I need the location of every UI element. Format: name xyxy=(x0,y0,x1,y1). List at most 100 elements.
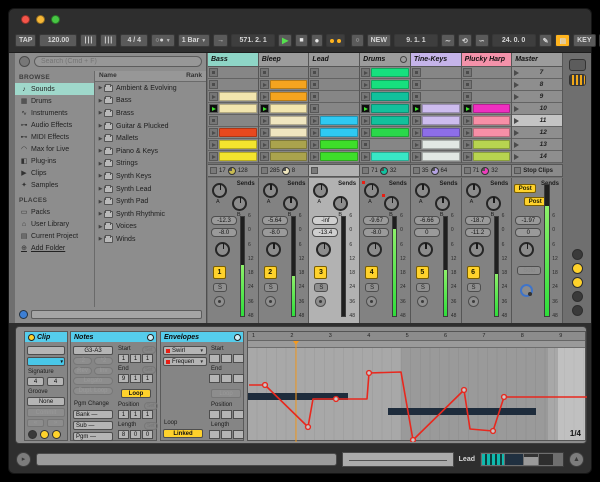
clip-stop-button[interactable] xyxy=(463,80,472,89)
scene-slot[interactable]: 8 xyxy=(512,79,562,91)
time-signature-field[interactable]: 4 / 4 xyxy=(120,34,148,47)
playhead-marker-icon[interactable] xyxy=(293,341,299,345)
automation-breakpoint[interactable] xyxy=(491,429,496,434)
pan-knob[interactable] xyxy=(215,242,230,257)
volume-field[interactable]: -9.67 xyxy=(363,216,389,225)
clip-slot[interactable] xyxy=(309,139,359,151)
clip-slot[interactable] xyxy=(259,127,309,139)
track-activator-button[interactable]: 5 xyxy=(416,266,429,279)
clip-launch-button[interactable] xyxy=(310,116,319,125)
volume-field[interactable]: -inf xyxy=(312,216,338,225)
clip-color-bar[interactable] xyxy=(270,80,308,89)
clip-color-bar[interactable] xyxy=(422,104,460,113)
nudge-down-button[interactable]: ||| xyxy=(80,34,97,47)
folder-row[interactable]: ▶Guitar & Plucked xyxy=(95,120,206,133)
device-mini-3[interactable] xyxy=(524,454,538,465)
master-gain-field[interactable]: 0 xyxy=(515,228,541,237)
clip-launch-button[interactable] xyxy=(361,152,370,161)
clip-launch-button[interactable] xyxy=(463,104,472,113)
cue-button[interactable] xyxy=(214,296,225,307)
envelope-device-chooser[interactable]: Swirl▼ xyxy=(163,346,207,355)
send-a-knob[interactable] xyxy=(364,183,379,198)
clip-slot[interactable] xyxy=(309,151,359,163)
automation-breakpoint[interactable] xyxy=(367,371,372,376)
clip-launch-button[interactable] xyxy=(260,152,269,161)
clip-stop-button[interactable] xyxy=(463,68,472,77)
clip-slot[interactable] xyxy=(462,139,512,151)
track-activator-button[interactable]: 6 xyxy=(467,266,480,279)
solo-button[interactable]: S xyxy=(264,283,278,292)
zoom-window-button[interactable] xyxy=(51,15,60,24)
envelope-param-chooser[interactable]: Frequen▼ xyxy=(163,357,207,366)
clip-color-bar[interactable] xyxy=(371,128,409,137)
clip-slot[interactable] xyxy=(208,91,258,103)
clip-slot[interactable] xyxy=(208,151,258,163)
clip-color-bar[interactable] xyxy=(270,140,308,149)
expand-arrow-icon[interactable]: ▶ xyxy=(97,224,104,230)
draw-mode-button[interactable]: ✎ xyxy=(539,34,553,47)
empty-clip-slot[interactable] xyxy=(462,79,512,91)
places-item-user-library[interactable]: ⌂User Library xyxy=(15,218,94,230)
preview-icon[interactable] xyxy=(19,310,28,319)
clip-slot[interactable] xyxy=(411,103,461,115)
clip-slot[interactable] xyxy=(360,115,410,127)
track-activator-button[interactable]: 1 xyxy=(213,266,226,279)
env-value[interactable] xyxy=(221,374,232,383)
clip-slot[interactable] xyxy=(360,91,410,103)
sidebar-item-audio-effects[interactable]: ⊶Audio Effects xyxy=(15,119,94,131)
send-a-knob[interactable] xyxy=(313,183,328,198)
track-activator-button[interactable]: 4 xyxy=(365,266,378,279)
follow-toggle[interactable]: ▤ xyxy=(555,34,570,47)
mixer-section-toggle[interactable] xyxy=(572,291,583,302)
scene-slot[interactable]: 11 xyxy=(512,115,562,127)
clip-slot[interactable] xyxy=(360,67,410,79)
send-a-knob[interactable] xyxy=(263,183,278,198)
clip-color-bar[interactable] xyxy=(371,116,409,125)
expand-arrow-icon[interactable]: ▶ xyxy=(97,110,104,116)
sidebar-item-sounds[interactable]: ♪Sounds xyxy=(15,83,94,95)
folder-row[interactable]: ▶Winds xyxy=(95,233,206,246)
pgm-selector[interactable]: Pgm — xyxy=(73,432,113,441)
tap-tempo-button[interactable]: TAP xyxy=(15,34,36,47)
clip-launch-button[interactable] xyxy=(209,152,218,161)
clip-slot[interactable] xyxy=(259,139,309,151)
minimize-window-button[interactable] xyxy=(36,15,45,24)
loop-toggle-button[interactable]: Loop xyxy=(121,389,151,398)
clip-stop-button[interactable] xyxy=(209,116,218,125)
scene-slot[interactable]: 10 xyxy=(512,103,562,115)
env-value[interactable] xyxy=(209,354,220,363)
sidebar-item-clips[interactable]: ▶Clips xyxy=(15,167,94,179)
clip-launch-button[interactable] xyxy=(260,92,269,101)
folder-row[interactable]: ▶Brass xyxy=(95,107,206,120)
clip-color-bar[interactable] xyxy=(473,152,511,161)
clip-stop-button[interactable] xyxy=(361,140,370,149)
clip-launch-button[interactable] xyxy=(412,116,421,125)
clip-stop-button[interactable] xyxy=(310,104,319,113)
clip-launch-button[interactable] xyxy=(361,80,370,89)
track-stop-button[interactable] xyxy=(210,167,217,174)
track-stop-button[interactable] xyxy=(362,167,369,174)
clip-color-bar[interactable] xyxy=(422,116,460,125)
clip-stop-button[interactable] xyxy=(260,68,269,77)
solo-button[interactable]: S xyxy=(365,283,379,292)
track-stop-button[interactable] xyxy=(464,167,471,174)
tempo-field[interactable]: 120.00 xyxy=(39,34,77,47)
automation-line[interactable] xyxy=(249,372,587,440)
clip-slot[interactable] xyxy=(259,91,309,103)
mixer-section-toggle[interactable] xyxy=(572,249,583,260)
invert-button[interactable]: Inv xyxy=(94,367,113,375)
search-input[interactable] xyxy=(34,56,202,67)
record-button[interactable]: ● xyxy=(311,34,324,47)
clip-slot[interactable] xyxy=(411,139,461,151)
scene-slot[interactable]: 12 xyxy=(512,127,562,139)
new-button[interactable]: NEW xyxy=(367,34,391,47)
double-time-button[interactable]: *2 xyxy=(94,357,113,365)
clip-launch-button[interactable] xyxy=(209,104,218,113)
sidebar-item-max-for-live[interactable]: ◠Max for Live xyxy=(15,143,94,155)
empty-clip-slot[interactable] xyxy=(309,103,359,115)
mixer-section-toggle[interactable] xyxy=(572,263,583,274)
clip-stop-button[interactable] xyxy=(412,80,421,89)
solo-button[interactable]: S xyxy=(314,283,328,292)
scene-slot[interactable]: 7 xyxy=(512,67,562,79)
clip-launch-button[interactable] xyxy=(361,92,370,101)
